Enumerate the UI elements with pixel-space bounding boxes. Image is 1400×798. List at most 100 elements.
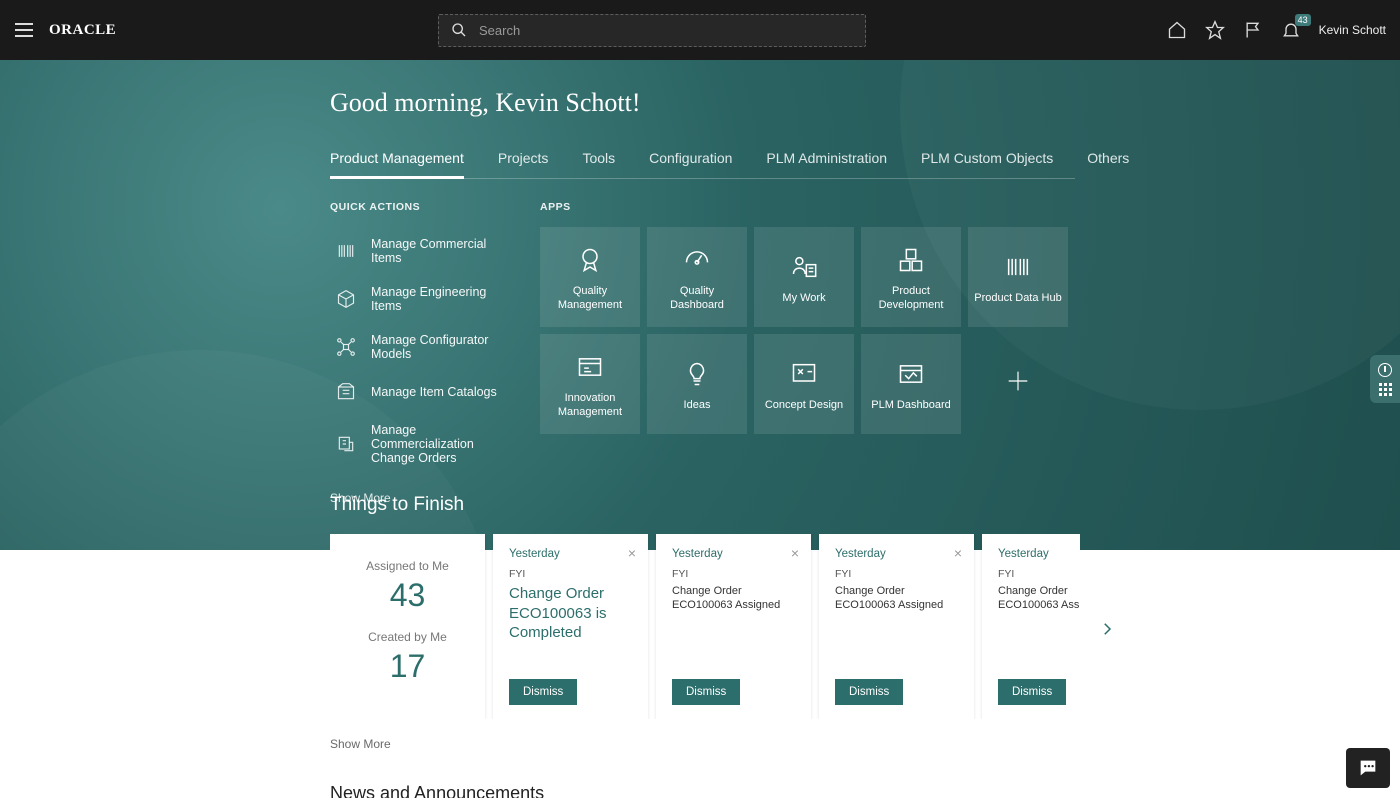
quick-action-label: Manage Commercial Items: [371, 237, 505, 265]
apps-title: APPS: [540, 201, 1080, 213]
info-icon: [1378, 363, 1392, 377]
favorites-icon[interactable]: [1205, 20, 1225, 40]
chat-fab[interactable]: [1346, 748, 1390, 788]
task-title: Change Order ECO100063 is Completed: [509, 584, 632, 643]
app-ideas[interactable]: Ideas: [647, 334, 747, 434]
home-icon[interactable]: [1167, 20, 1187, 40]
quick-action-label: Manage Engineering Items: [371, 285, 505, 313]
dismiss-button[interactable]: Dismiss: [998, 679, 1066, 705]
app-product-development[interactable]: Product Development: [861, 227, 961, 327]
dismiss-button[interactable]: Dismiss: [835, 679, 903, 705]
search-input[interactable]: [479, 23, 855, 38]
app-quality-management[interactable]: Quality Management: [540, 227, 640, 327]
app-tile-label: Ideas: [684, 398, 711, 412]
apps-column: APPS Quality Management Quality Dashboar…: [540, 201, 1080, 505]
user-name[interactable]: Kevin Schott: [1319, 23, 1386, 37]
ribbon-icon: [576, 242, 604, 278]
header-actions: 43 Kevin Schott: [1167, 20, 1390, 40]
close-icon[interactable]: ×: [791, 546, 799, 560]
things-to-finish-cards: Assigned to Me 43 Created by Me 17 × Yes…: [330, 534, 1080, 719]
created-by-me-count: 17: [390, 648, 426, 685]
app-tile-label: Quality Dashboard: [653, 284, 741, 313]
task-card[interactable]: × Yesterday FYI Change Order ECO100063 A…: [819, 534, 974, 719]
app-tile-label: My Work: [782, 291, 825, 305]
task-body: Change Order ECO100063 Assigned: [672, 584, 795, 613]
summary-card[interactable]: Assigned to Me 43 Created by Me 17: [330, 534, 485, 719]
tab-product-management[interactable]: Product Management: [330, 150, 464, 178]
user-board-icon: [790, 249, 818, 285]
app-concept-design[interactable]: Concept Design: [754, 334, 854, 434]
dismiss-button[interactable]: Dismiss: [509, 679, 577, 705]
quick-action-manage-commercialization-change-orders[interactable]: Manage Commercialization Change Orders: [330, 413, 510, 475]
app-plm-dashboard[interactable]: PLM Dashboard: [861, 334, 961, 434]
news-title: News and Announcements: [330, 783, 1100, 798]
created-by-me-label: Created by Me: [368, 630, 447, 644]
assigned-to-me-count: 43: [390, 577, 426, 614]
chat-icon: [1355, 757, 1381, 779]
app-quality-dashboard[interactable]: Quality Dashboard: [647, 227, 747, 327]
app-tile-label: PLM Dashboard: [871, 398, 951, 412]
app-add-tile[interactable]: [968, 334, 1068, 434]
plus-icon: [1004, 363, 1032, 399]
task-card[interactable]: × Yesterday FYI Change Order ECO100063 i…: [493, 534, 648, 719]
side-tool-panel[interactable]: [1370, 355, 1400, 403]
quick-action-manage-commercial-items[interactable]: Manage Commercial Items: [330, 227, 510, 275]
task-date: Yesterday: [998, 548, 1080, 560]
flag-icon[interactable]: [1243, 20, 1263, 40]
tab-plm-administration[interactable]: PLM Administration: [766, 150, 887, 178]
oracle-logo[interactable]: ORACLE: [49, 22, 116, 39]
app-tile-label: Innovation Management: [546, 391, 634, 420]
app-my-work[interactable]: My Work: [754, 227, 854, 327]
quick-action-label: Manage Item Catalogs: [371, 385, 497, 399]
tab-others[interactable]: Others: [1087, 150, 1129, 178]
app-innovation-management[interactable]: Innovation Management: [540, 334, 640, 434]
close-icon[interactable]: ×: [628, 546, 636, 560]
carousel-next-icon[interactable]: [1094, 616, 1120, 642]
quick-action-label: Manage Configurator Models: [371, 333, 505, 361]
lightbulb-icon: [683, 356, 711, 392]
tab-configuration[interactable]: Configuration: [649, 150, 732, 178]
window-icon: [576, 349, 604, 385]
tab-projects[interactable]: Projects: [498, 150, 549, 178]
app-tile-label: Product Data Hub: [974, 291, 1061, 305]
app-tile-label: Concept Design: [765, 398, 843, 412]
notifications-icon[interactable]: 43: [1281, 20, 1301, 40]
app-product-data-hub[interactable]: Product Data Hub: [968, 227, 1068, 327]
task-body: Change Order ECO100063 Assigned: [998, 584, 1080, 613]
barcode-icon: [335, 240, 357, 262]
quick-action-manage-item-catalogs[interactable]: Manage Item Catalogs: [330, 371, 510, 413]
gauge-icon: [683, 242, 711, 278]
things-to-finish-title: Things to Finish: [330, 494, 1100, 516]
things-to-finish-show-more[interactable]: Show More: [330, 737, 1100, 751]
greeting-text: Good morning, Kevin Schott!: [330, 88, 1080, 118]
notification-badge: 43: [1295, 14, 1311, 26]
logo-text: ORACLE: [49, 22, 116, 39]
tab-plm-custom-objects[interactable]: PLM Custom Objects: [921, 150, 1053, 178]
design-board-icon: [790, 356, 818, 392]
close-icon[interactable]: ×: [954, 546, 962, 560]
global-search[interactable]: [438, 14, 866, 47]
task-body: Change Order ECO100063 Assigned: [835, 584, 958, 613]
global-header: ORACLE 43 Kevin Schott: [0, 0, 1400, 60]
lower-region: Things to Finish Assigned to Me 43 Creat…: [330, 486, 1100, 798]
quick-action-label: Manage Commercialization Change Orders: [371, 423, 505, 465]
quick-action-manage-engineering-items[interactable]: Manage Engineering Items: [330, 275, 510, 323]
barcode-block-icon: [1004, 249, 1032, 285]
task-date: Yesterday: [835, 548, 958, 560]
dismiss-button[interactable]: Dismiss: [672, 679, 740, 705]
blocks-icon: [897, 242, 925, 278]
search-icon: [449, 20, 469, 40]
task-card[interactable]: × Yesterday FYI Change Order ECO100063 A…: [656, 534, 811, 719]
apps-grid-icon: [1379, 383, 1392, 396]
tab-tools[interactable]: Tools: [582, 150, 615, 178]
task-tag: FYI: [509, 568, 632, 580]
dashboard-icon: [897, 356, 925, 392]
cube-icon: [335, 288, 357, 310]
catalog-icon: [335, 381, 357, 403]
nav-tabs: Product Management Projects Tools Config…: [330, 150, 1075, 179]
task-card[interactable]: Yesterday FYI Change Order ECO100063 Ass…: [982, 534, 1080, 719]
change-order-icon: [335, 433, 357, 455]
nodes-icon: [335, 336, 357, 358]
quick-action-manage-configurator-models[interactable]: Manage Configurator Models: [330, 323, 510, 371]
menu-toggle-icon[interactable]: [15, 18, 39, 42]
